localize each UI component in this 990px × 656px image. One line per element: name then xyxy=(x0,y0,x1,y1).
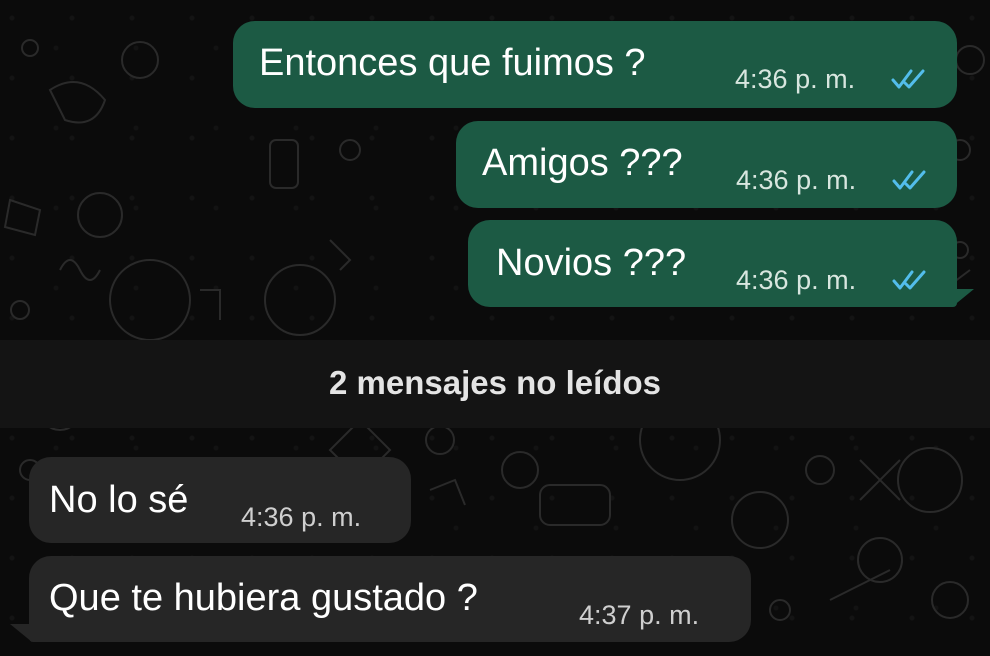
message-text: Que te hubiera gustado ? xyxy=(49,577,478,619)
message-text: No lo sé xyxy=(49,479,189,521)
unread-messages-divider: 2 mensajes no leídos xyxy=(0,340,990,428)
double-check-icon xyxy=(892,170,926,190)
double-check-icon xyxy=(892,270,926,290)
message-text: Entonces que fuimos ? xyxy=(259,42,646,84)
outgoing-message[interactable]: Amigos ??? 4:36 p. m. xyxy=(456,121,957,208)
message-time: 4:36 p. m. xyxy=(736,165,857,195)
message-text: Amigos ??? xyxy=(482,142,683,184)
message-time: 4:36 p. m. xyxy=(736,265,857,295)
incoming-message[interactable]: No lo sé 4:36 p. m. xyxy=(29,457,411,543)
message-time: 4:36 p. m. xyxy=(735,64,856,94)
message-time: 4:37 p. m. xyxy=(579,600,700,630)
chat-area: Entonces que fuimos ? 4:36 p. m. Amigos … xyxy=(0,0,990,656)
message-time: 4:36 p. m. xyxy=(241,502,362,532)
unread-count-label: 2 mensajes no leídos xyxy=(329,364,661,401)
message-text: Novios ??? xyxy=(496,242,687,284)
bubble-tail xyxy=(10,624,32,642)
incoming-message[interactable]: Que te hubiera gustado ? 4:37 p. m. xyxy=(29,556,751,642)
bubble-tail xyxy=(952,289,974,307)
double-check-icon xyxy=(891,69,925,89)
outgoing-message[interactable]: Entonces que fuimos ? 4:36 p. m. xyxy=(233,21,957,108)
outgoing-message[interactable]: Novios ??? 4:36 p. m. xyxy=(468,220,957,307)
